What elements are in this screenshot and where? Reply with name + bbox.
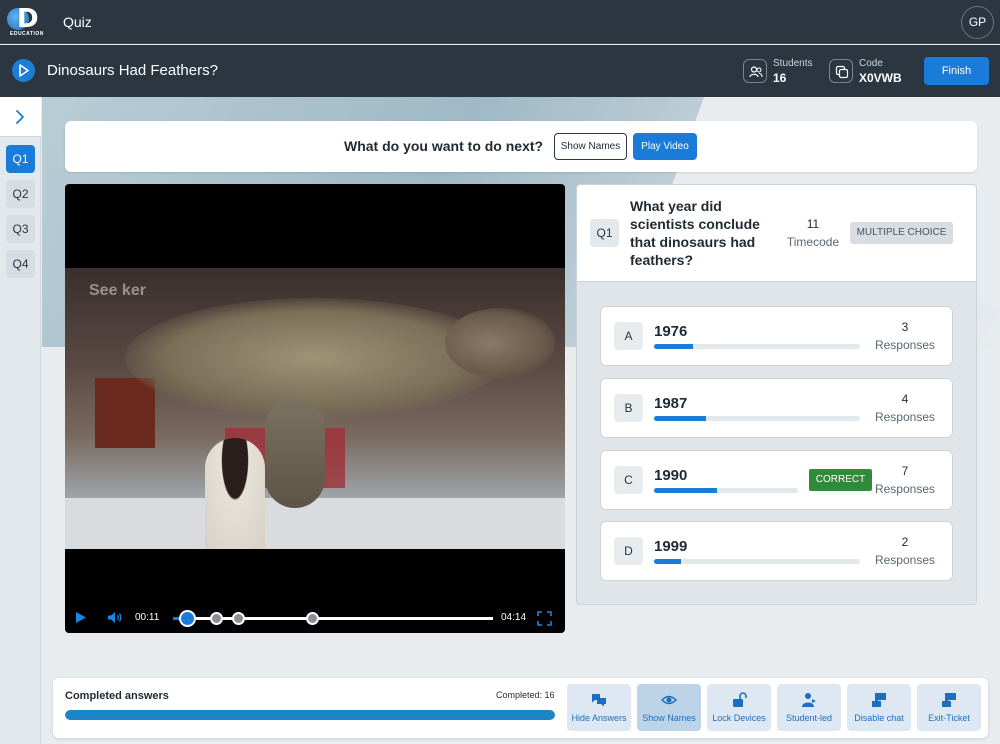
response-bar-fill bbox=[654, 416, 706, 421]
ticket-icon bbox=[942, 693, 956, 707]
answer-option-c: C 1990 CORRECT 7 Responses bbox=[600, 450, 953, 510]
quiz-header: Dinosaurs Had Feathers? Students 16 Code… bbox=[0, 45, 1000, 97]
sidebar-item-q3[interactable]: Q3 bbox=[6, 215, 35, 243]
lock-devices-button[interactable]: Lock Devices bbox=[707, 684, 771, 731]
sidebar-item-q4[interactable]: Q4 bbox=[6, 250, 35, 278]
answer-letter: C bbox=[614, 466, 643, 494]
correct-badge: CORRECT bbox=[809, 469, 872, 491]
timecode-label: Timecode bbox=[786, 235, 840, 249]
chat-icon bbox=[872, 693, 886, 707]
students-label: Students bbox=[773, 58, 813, 69]
response-count: 4 bbox=[901, 392, 909, 406]
chapter-marker[interactable] bbox=[231, 612, 245, 625]
seek-handle[interactable] bbox=[178, 610, 196, 627]
question-panel: Q1 What year did scientists conclude tha… bbox=[576, 184, 977, 605]
fullscreen-icon[interactable] bbox=[537, 611, 552, 626]
answer-value: 1999 bbox=[654, 538, 688, 555]
next-action-bar: What do you want to do next? Show Names … bbox=[65, 121, 977, 172]
app-title: Quiz bbox=[63, 14, 92, 30]
response-bar bbox=[654, 416, 860, 421]
finish-button[interactable]: Finish bbox=[924, 57, 989, 85]
timecode-value: 11 bbox=[806, 217, 820, 231]
response-bar bbox=[654, 559, 860, 564]
answer-option-a: A 1976 3 Responses bbox=[600, 306, 953, 366]
answer-option-d: D 1999 2 Responses bbox=[600, 521, 953, 581]
next-action-prompt: What do you want to do next? bbox=[344, 138, 544, 154]
response-bar-fill bbox=[654, 344, 694, 349]
logo-text: EDUCATION bbox=[10, 31, 44, 37]
chapter-marker[interactable] bbox=[305, 612, 319, 625]
answer-value: 1976 bbox=[654, 323, 688, 340]
student-led-button[interactable]: Student-led bbox=[777, 684, 841, 731]
show-names-toolbar-button[interactable]: Show Names bbox=[637, 684, 701, 731]
response-bar bbox=[654, 488, 798, 493]
unlock-icon bbox=[733, 692, 747, 707]
expand-sidebar-button[interactable] bbox=[0, 97, 41, 137]
video-controls: 00:11 04:14 bbox=[65, 600, 565, 630]
show-names-button[interactable]: Show Names bbox=[554, 133, 627, 160]
answer-value: 1990 bbox=[654, 467, 688, 484]
users-icon bbox=[743, 59, 767, 83]
question-header: Q1 What year did scientists conclude tha… bbox=[577, 185, 976, 282]
top-bar: D EDUCATION Quiz GP bbox=[0, 0, 1000, 44]
current-time: 00:11 bbox=[135, 612, 160, 623]
discovery-education-logo[interactable]: D EDUCATION bbox=[7, 6, 45, 38]
play-icon[interactable] bbox=[75, 611, 87, 624]
question-text: What year did scientists conclude that d… bbox=[630, 198, 760, 268]
bottom-toolbar: Completed answers Completed: 16 Hide Ans… bbox=[53, 678, 988, 738]
completed-count: Completed: 16 bbox=[496, 690, 555, 700]
responses-label: Responses bbox=[874, 338, 936, 352]
eye-icon bbox=[661, 695, 677, 705]
video-frame: See ker bbox=[65, 268, 565, 549]
video-watermark: See ker bbox=[89, 282, 146, 299]
play-circle-icon bbox=[12, 59, 35, 82]
completion-progress-fill bbox=[65, 710, 555, 720]
response-bar-fill bbox=[654, 488, 718, 493]
completed-answers-label: Completed answers bbox=[65, 690, 169, 702]
video-player[interactable]: See ker 00:11 04:14 bbox=[65, 184, 565, 633]
response-count: 2 bbox=[901, 535, 909, 549]
response-bar-fill bbox=[654, 559, 681, 564]
seek-bar[interactable] bbox=[173, 610, 493, 627]
response-count: 7 bbox=[901, 464, 909, 478]
students-count: 16 bbox=[773, 71, 787, 85]
user-avatar[interactable]: GP bbox=[961, 6, 994, 39]
completion-progress-bar bbox=[65, 710, 555, 720]
answer-letter: A bbox=[614, 322, 643, 350]
question-tag: Q1 bbox=[590, 219, 619, 247]
chevron-right-icon bbox=[16, 110, 24, 124]
sidebar-item-q1[interactable]: Q1 bbox=[6, 145, 35, 173]
disable-chat-button[interactable]: Disable chat bbox=[847, 684, 911, 731]
answer-letter: D bbox=[614, 537, 643, 565]
total-time: 04:14 bbox=[501, 612, 527, 623]
quiz-title: Dinosaurs Had Feathers? bbox=[47, 62, 218, 79]
question-sidebar: Q1 Q2 Q3 Q4 bbox=[0, 97, 41, 744]
answer-letter: B bbox=[614, 394, 643, 422]
question-type-badge: MULTIPLE CHOICE bbox=[850, 222, 953, 244]
student-icon bbox=[802, 693, 816, 707]
copy-icon[interactable] bbox=[829, 59, 853, 83]
play-video-button[interactable]: Play Video bbox=[633, 133, 697, 160]
exit-ticket-button[interactable]: Exit-Ticket bbox=[917, 684, 981, 731]
hide-answers-button[interactable]: Hide Answers bbox=[567, 684, 631, 731]
responses-label: Responses bbox=[874, 553, 936, 567]
volume-icon[interactable] bbox=[107, 611, 123, 624]
session-code: X0VWB bbox=[859, 71, 902, 85]
response-count: 3 bbox=[901, 320, 909, 334]
chat-bubbles-icon bbox=[592, 694, 606, 707]
responses-label: Responses bbox=[874, 410, 936, 424]
sidebar-item-q2[interactable]: Q2 bbox=[6, 180, 35, 208]
answer-option-b: B 1987 4 Responses bbox=[600, 378, 953, 438]
chapter-marker[interactable] bbox=[209, 612, 223, 625]
response-bar bbox=[654, 344, 860, 349]
responses-label: Responses bbox=[874, 482, 936, 496]
code-label: Code bbox=[859, 58, 883, 69]
answer-value: 1987 bbox=[654, 395, 688, 412]
